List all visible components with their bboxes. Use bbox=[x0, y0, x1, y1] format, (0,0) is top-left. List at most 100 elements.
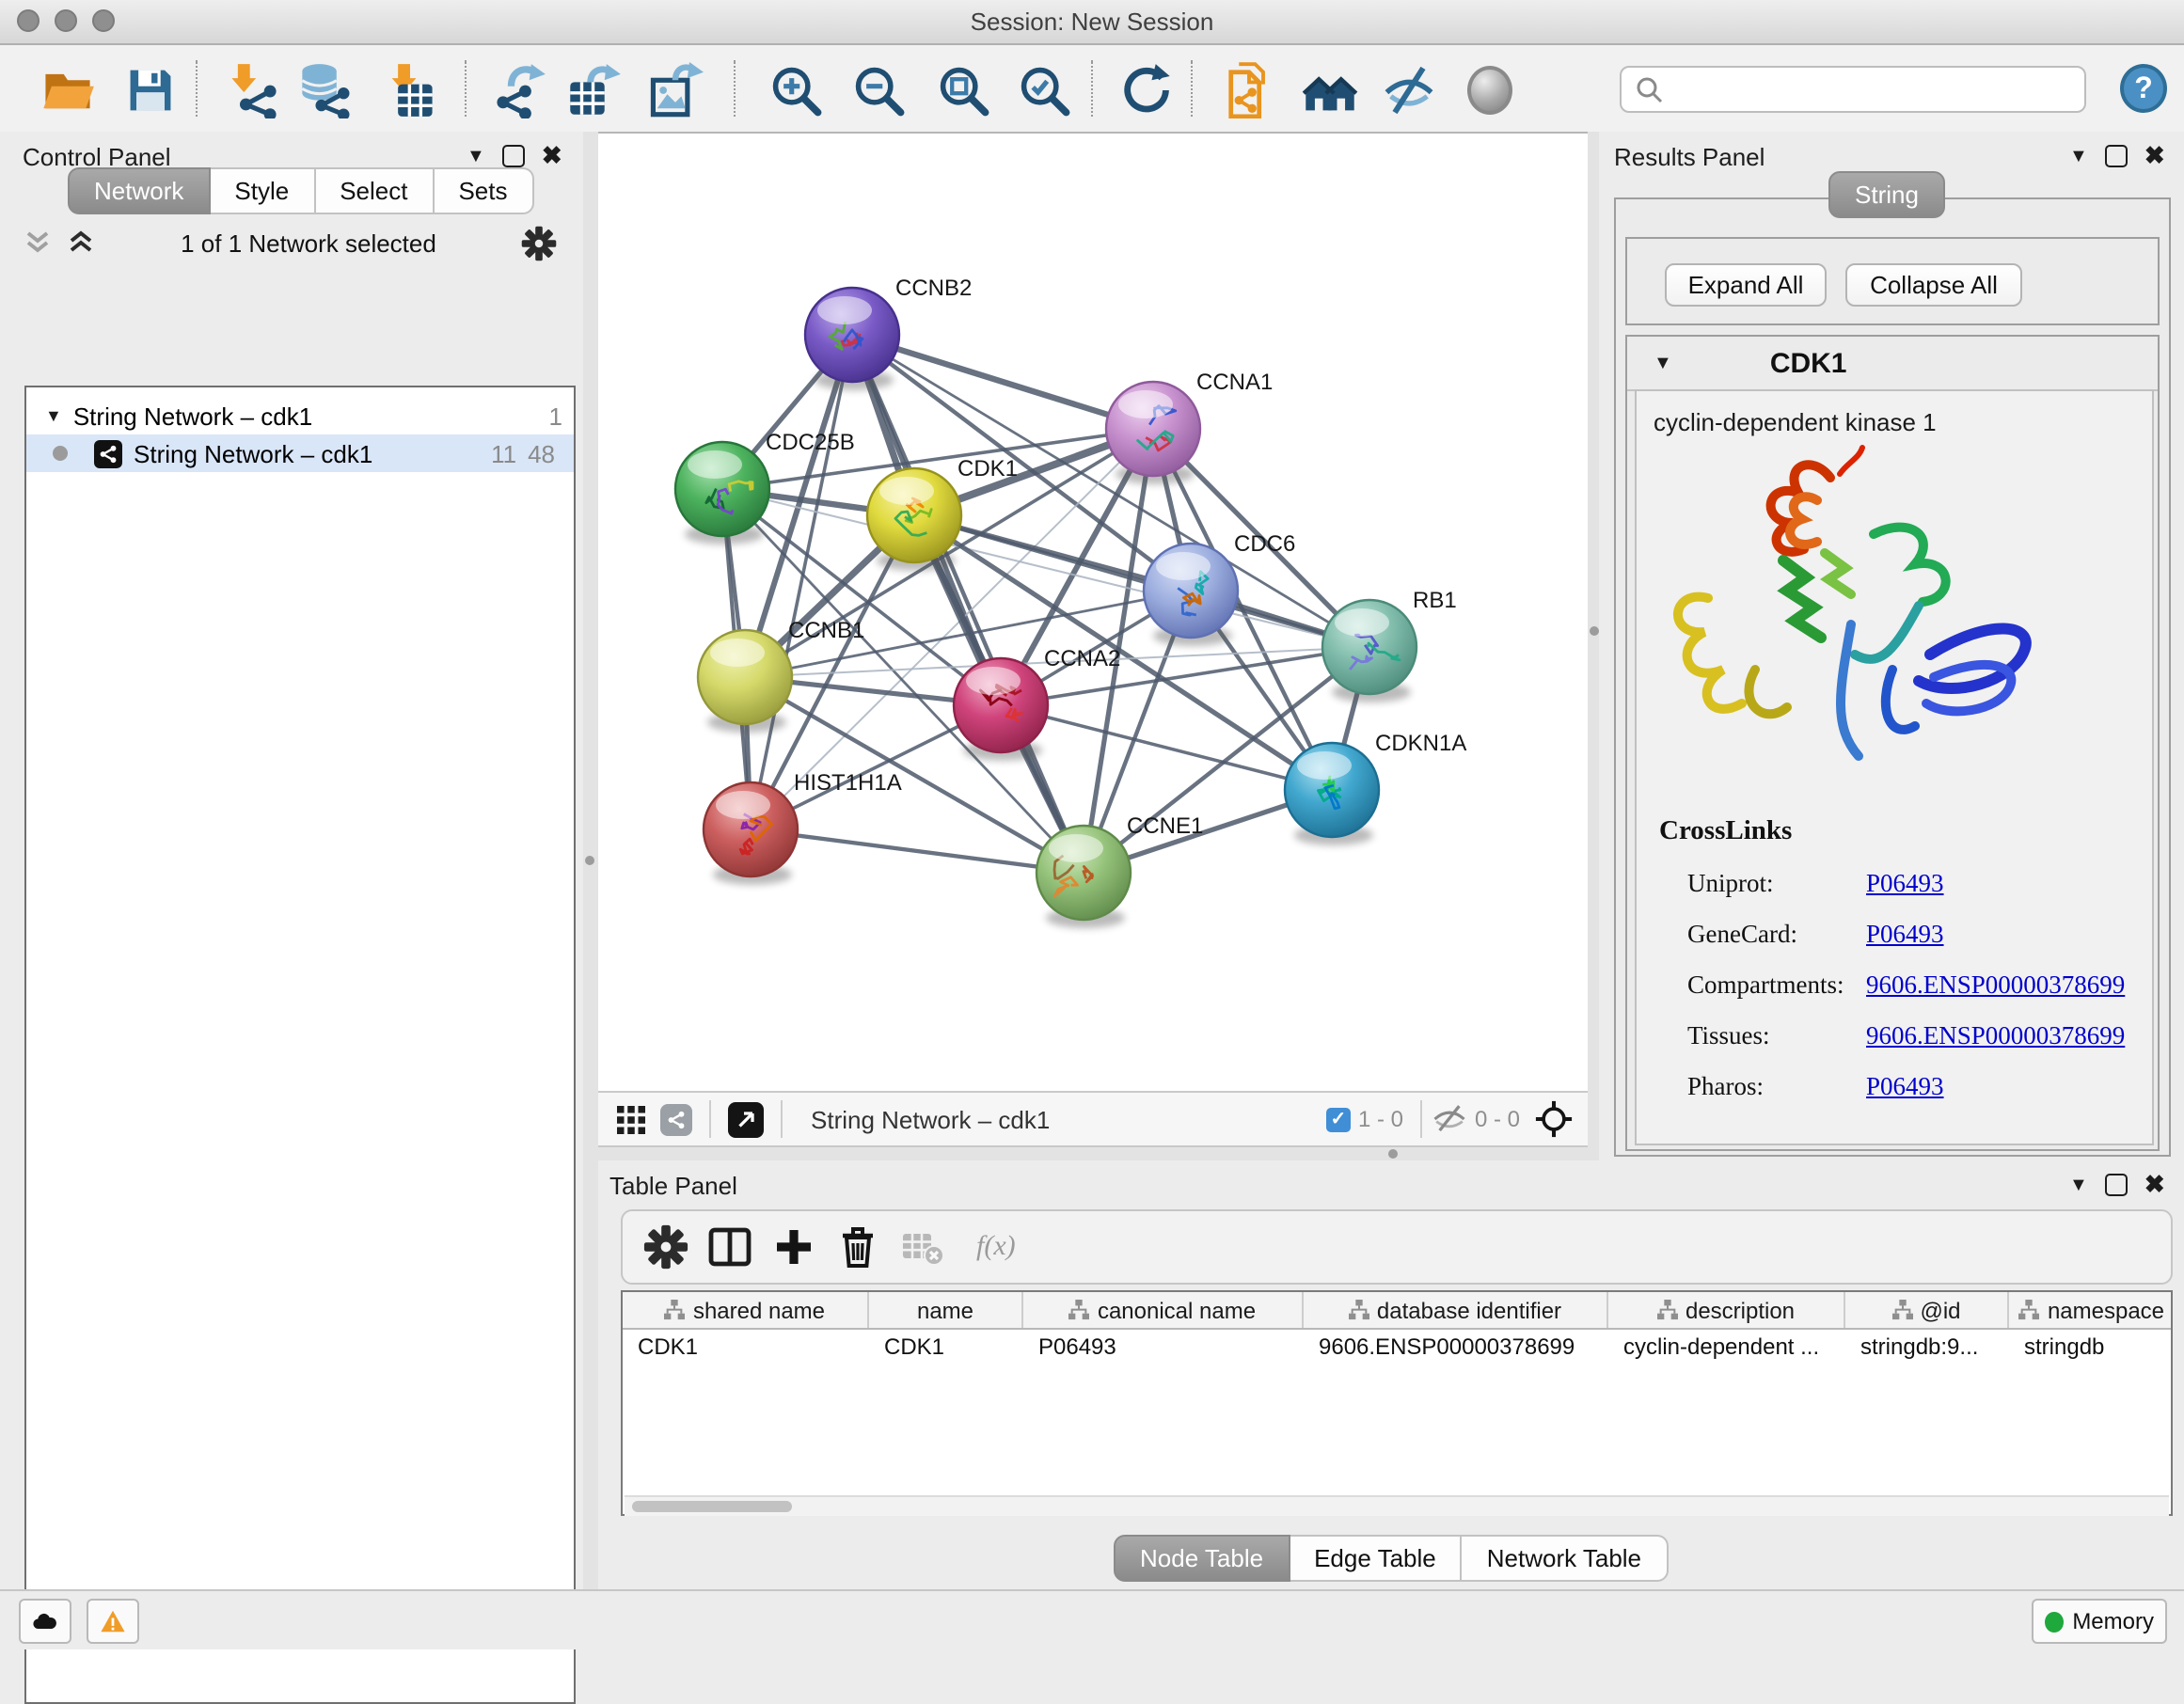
selected-counts: 1 - 0 bbox=[1358, 1106, 1403, 1132]
import-network-button[interactable] bbox=[222, 58, 286, 122]
warnings-button[interactable] bbox=[87, 1599, 139, 1644]
hidden-eye-icon[interactable] bbox=[1432, 1104, 1467, 1134]
hide-panel-button[interactable] bbox=[1377, 58, 1441, 122]
scrollbar-thumb[interactable] bbox=[632, 1501, 792, 1512]
delete-table-button[interactable] bbox=[894, 1219, 950, 1275]
string-view-button[interactable] bbox=[660, 1103, 692, 1135]
tab-style[interactable]: Style bbox=[210, 167, 315, 214]
crosslink-link-compartments[interactable]: 9606.ENSP00000378699 bbox=[1866, 970, 2125, 1000]
splitter-handle[interactable] bbox=[585, 856, 594, 865]
column-header-shared-name[interactable]: shared name bbox=[623, 1292, 869, 1328]
search-input[interactable] bbox=[1665, 76, 2084, 103]
control-panel-close-button[interactable]: ✖ bbox=[542, 147, 562, 166]
show-column-button[interactable] bbox=[702, 1219, 758, 1275]
delete-column-button[interactable] bbox=[830, 1219, 886, 1275]
entry-expander-icon[interactable]: ▼ bbox=[1654, 353, 1672, 373]
tab-select[interactable]: Select bbox=[315, 167, 434, 214]
node-label-CCNA2: CCNA2 bbox=[1044, 646, 1120, 671]
crosslink-label: GeneCard: bbox=[1687, 919, 1866, 949]
table-horizontal-scrollbar[interactable] bbox=[625, 1495, 2169, 1516]
results-panel-menu-button[interactable]: ▼ bbox=[2069, 146, 2088, 166]
table-panel-menu-button[interactable]: ▼ bbox=[2069, 1175, 2088, 1195]
help-button[interactable]: ? bbox=[2120, 64, 2167, 113]
network-options-gear-icon[interactable] bbox=[521, 225, 557, 260]
cloud-status-button[interactable] bbox=[19, 1599, 71, 1644]
column-label: shared name bbox=[693, 1297, 825, 1323]
node-gloss bbox=[1335, 608, 1389, 637]
tab-network[interactable]: Network bbox=[68, 167, 210, 214]
left-splitter[interactable] bbox=[583, 132, 598, 1589]
crosslinks-title: CrossLinks bbox=[1659, 816, 1792, 848]
window-title: Session: New Session bbox=[0, 8, 2184, 36]
create-column-button[interactable] bbox=[766, 1219, 822, 1275]
expand-all-button[interactable]: Expand All bbox=[1665, 263, 1827, 307]
column-header-database-identifier[interactable]: database identifier bbox=[1304, 1292, 1608, 1328]
column-header-canonical-name[interactable]: canonical name bbox=[1023, 1292, 1304, 1328]
entry-description: cyclin-dependent kinase 1 bbox=[1654, 408, 2152, 436]
result-entry-header[interactable]: ▼ CDK1 bbox=[1627, 337, 2158, 391]
tab-string[interactable]: String bbox=[1828, 171, 1945, 218]
column-header-description[interactable]: description bbox=[1608, 1292, 1845, 1328]
crosslink-link-pharos[interactable]: P06493 bbox=[1866, 1071, 1944, 1101]
string-protein-query-button[interactable] bbox=[1217, 58, 1281, 122]
save-session-button[interactable] bbox=[119, 58, 182, 122]
selected-nodes-checkbox[interactable]: ✓ bbox=[1326, 1107, 1351, 1131]
export-image-button[interactable] bbox=[643, 58, 707, 122]
export-network-button[interactable] bbox=[487, 58, 551, 122]
edge-CCNB2-HIST1H1A[interactable] bbox=[751, 335, 852, 829]
network-row-selected[interactable]: String Network – cdk1 11 48 bbox=[26, 434, 574, 472]
crosslink-row-compartments: Compartments:9606.ENSP00000378699 bbox=[1637, 959, 2156, 1010]
home-networks-button[interactable] bbox=[1298, 58, 1362, 122]
zoom-out-icon bbox=[850, 62, 907, 118]
splitter-handle[interactable] bbox=[1590, 626, 1599, 636]
table-options-button[interactable] bbox=[638, 1219, 694, 1275]
crosslink-link-uniprot[interactable]: P06493 bbox=[1866, 868, 1944, 898]
function-builder-button[interactable]: f(x) bbox=[976, 1231, 1016, 1263]
current-network-name: String Network – cdk1 bbox=[811, 1105, 1050, 1133]
memory-button[interactable]: Memory bbox=[2032, 1599, 2167, 1644]
table-row[interactable]: CDK1CDK1P064939606.ENSP00000378699cyclin… bbox=[623, 1330, 2171, 1364]
birds-eye-view-button[interactable] bbox=[728, 1101, 764, 1137]
apply-layout-button[interactable] bbox=[1114, 58, 1178, 122]
results-panel-close-button[interactable]: ✖ bbox=[2144, 147, 2165, 166]
column-header-namespace[interactable]: namespace bbox=[2009, 1292, 2173, 1328]
column-header-name[interactable]: name bbox=[869, 1292, 1023, 1328]
tab-sets[interactable]: Sets bbox=[434, 167, 533, 214]
import-network-from-database-button[interactable] bbox=[293, 58, 357, 122]
fit-selected-button[interactable] bbox=[1535, 1100, 1573, 1138]
zoom-selected-button[interactable] bbox=[1012, 58, 1076, 122]
export-table-button[interactable] bbox=[562, 58, 626, 122]
results-panel-float-button[interactable] bbox=[2105, 145, 2128, 167]
tab-node-table[interactable]: Node Table bbox=[1114, 1535, 1290, 1582]
table-panel-close-button[interactable]: ✖ bbox=[2144, 1175, 2165, 1194]
edge-HIST1H1A-CCNE1[interactable] bbox=[751, 829, 1084, 873]
control-panel-menu-button[interactable]: ▼ bbox=[467, 146, 485, 166]
table-panel-float-button[interactable] bbox=[2105, 1174, 2128, 1196]
crosslink-link-tissues[interactable]: 9606.ENSP00000378699 bbox=[1866, 1020, 2125, 1050]
expand-all-icon[interactable] bbox=[66, 228, 96, 258]
string-app-icon bbox=[94, 439, 122, 467]
node-gloss bbox=[1156, 552, 1211, 580]
splitter-handle[interactable] bbox=[1388, 1149, 1398, 1159]
open-session-button[interactable] bbox=[36, 58, 100, 122]
collapse-all-button[interactable]: Collapse All bbox=[1845, 263, 2022, 307]
crosslinks-list: Uniprot:P06493GeneCard:P06493Compartment… bbox=[1637, 858, 2156, 1112]
node-gloss bbox=[1297, 751, 1352, 780]
import-table-button[interactable] bbox=[378, 58, 442, 122]
table-header-row: shared name namecanonical namedatabase id… bbox=[623, 1292, 2171, 1330]
control-panel-float-button[interactable] bbox=[502, 145, 525, 167]
zoom-out-button[interactable] bbox=[847, 58, 910, 122]
crosslink-link-genecard[interactable]: P06493 bbox=[1866, 919, 1944, 949]
tree-expander-icon[interactable]: ▼ bbox=[45, 406, 62, 425]
zoom-fit-button[interactable] bbox=[931, 58, 995, 122]
network-canvas[interactable]: CCNB2CCNA1CDC25BCDK1CDC6RB1CCNB1CCNA2CDK… bbox=[598, 134, 1588, 1091]
network-selection-status: 1 of 1 Network selected bbox=[96, 229, 521, 257]
show-panel-button[interactable] bbox=[1464, 58, 1527, 122]
grid-view-button[interactable] bbox=[617, 1105, 645, 1133]
tab-edge-table[interactable]: Edge Table bbox=[1290, 1535, 1463, 1582]
collapse-all-icon[interactable] bbox=[23, 228, 53, 258]
tab-network-table[interactable]: Network Table bbox=[1463, 1535, 1668, 1582]
column-header-id[interactable]: @id bbox=[1845, 1292, 2009, 1328]
zoom-in-button[interactable] bbox=[764, 58, 828, 122]
network-collection-row[interactable]: ▼ String Network – cdk1 1 bbox=[26, 397, 574, 434]
